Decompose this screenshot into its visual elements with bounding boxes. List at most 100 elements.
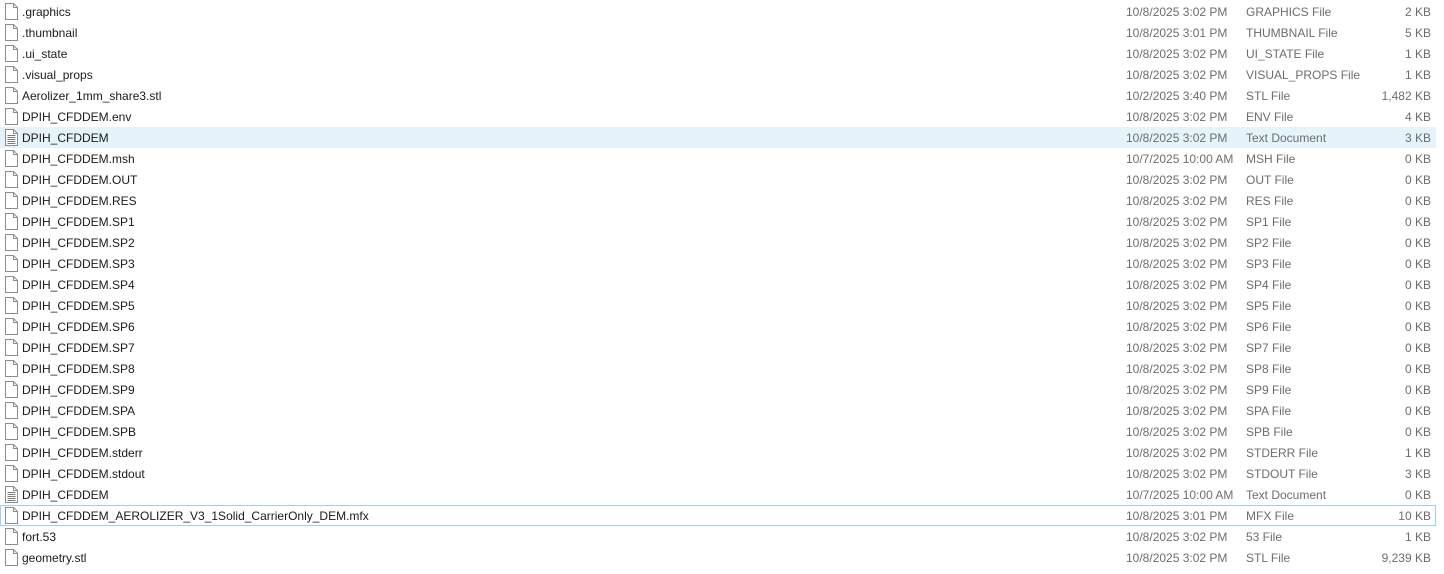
file-date-modified: 10/8/2025 3:02 PM [1126, 530, 1228, 544]
blank-file-icon [5, 549, 18, 566]
file-type: SP4 File [1246, 278, 1292, 292]
file-row[interactable]: DPIH_CFDDEM.stderr 10/8/2025 3:02 PM STD… [0, 442, 1436, 463]
file-row[interactable]: DPIH_CFDDEM.env 10/8/2025 3:02 PM ENV Fi… [0, 106, 1436, 127]
file-name: .ui_state [22, 47, 68, 61]
file-name: fort.53 [22, 530, 57, 544]
file-date-modified: 10/8/2025 3:02 PM [1126, 467, 1228, 481]
file-name: .graphics [22, 5, 71, 19]
file-name: DPIH_CFDDEM.SP7 [22, 341, 135, 355]
file-name: DPIH_CFDDEM.SPA [22, 404, 136, 418]
file-row[interactable]: DPIH_CFDDEM.SPB 10/8/2025 3:02 PM SPB Fi… [0, 421, 1436, 442]
file-size: 3 KB [1404, 467, 1431, 481]
file-size: 0 KB [1404, 383, 1431, 397]
file-row[interactable]: DPIH_CFDDEM.SP1 10/8/2025 3:02 PM SP1 Fi… [0, 211, 1436, 232]
file-type: MFX File [1246, 509, 1294, 523]
file-row[interactable]: .ui_state 10/8/2025 3:02 PM UI_STATE Fil… [0, 43, 1436, 64]
file-name: DPIH_CFDDEM.OUT [22, 173, 138, 187]
blank-file-icon [5, 444, 18, 461]
file-size: 0 KB [1404, 488, 1431, 502]
file-date-modified: 10/8/2025 3:02 PM [1126, 257, 1228, 271]
file-size: 0 KB [1404, 299, 1431, 313]
file-name: DPIH_CFDDEM.msh [22, 152, 135, 166]
file-size: 0 KB [1404, 362, 1431, 376]
file-date-modified: 10/8/2025 3:02 PM [1126, 404, 1228, 418]
blank-file-icon [5, 297, 18, 314]
file-name: DPIH_CFDDEM.SP6 [22, 320, 135, 334]
file-type: SPA File [1246, 404, 1292, 418]
text-document-icon [5, 129, 18, 146]
blank-file-icon [5, 234, 18, 251]
blank-file-icon [5, 150, 18, 167]
file-row[interactable]: DPIH_CFDDEM.SP4 10/8/2025 3:02 PM SP4 Fi… [0, 274, 1436, 295]
file-name: DPIH_CFDDEM [22, 488, 109, 502]
file-date-modified: 10/8/2025 3:01 PM [1126, 26, 1228, 40]
file-size: 0 KB [1404, 278, 1431, 292]
file-date-modified: 10/8/2025 3:02 PM [1126, 173, 1228, 187]
file-size: 2 KB [1404, 5, 1431, 19]
file-type: SP6 File [1246, 320, 1292, 334]
file-name: .visual_props [22, 68, 93, 82]
file-row[interactable]: DPIH_CFDDEM.SPA 10/8/2025 3:02 PM SPA Fi… [0, 400, 1436, 421]
file-size: 1 KB [1404, 446, 1431, 460]
file-row[interactable]: DPIH_CFDDEM.SP3 10/8/2025 3:02 PM SP3 Fi… [0, 253, 1436, 274]
file-type: Text Document [1246, 488, 1327, 502]
file-date-modified: 10/8/2025 3:02 PM [1126, 47, 1228, 61]
file-name: geometry.stl [22, 551, 87, 565]
blank-file-icon [5, 3, 18, 20]
file-row[interactable]: .graphics 10/8/2025 3:02 PM GRAPHICS Fil… [0, 1, 1436, 22]
file-name: DPIH_CFDDEM.SP9 [22, 383, 135, 397]
file-type: STL File [1246, 89, 1291, 103]
blank-file-icon [5, 528, 18, 545]
file-name: DPIH_CFDDEM.env [22, 110, 132, 124]
file-size: 0 KB [1404, 215, 1431, 229]
blank-file-icon [5, 213, 18, 230]
file-row[interactable]: DPIH_CFDDEM.stdout 10/8/2025 3:02 PM STD… [0, 463, 1436, 484]
file-type: OUT File [1246, 173, 1294, 187]
file-row[interactable]: DPIH_CFDDEM 10/7/2025 10:00 AM Text Docu… [0, 484, 1436, 505]
file-row[interactable]: DPIH_CFDDEM.SP6 10/8/2025 3:02 PM SP6 Fi… [0, 316, 1436, 337]
file-row[interactable]: DPIH_CFDDEM.RES 10/8/2025 3:02 PM RES Fi… [0, 190, 1436, 211]
file-name: DPIH_CFDDEM.SP3 [22, 257, 135, 271]
file-row[interactable]: DPIH_CFDDEM.SP9 10/8/2025 3:02 PM SP9 Fi… [0, 379, 1436, 400]
blank-file-icon [5, 192, 18, 209]
file-type: SP2 File [1246, 236, 1292, 250]
file-row[interactable]: DPIH_CFDDEM.msh 10/7/2025 10:00 AM MSH F… [0, 148, 1436, 169]
file-row[interactable]: DPIH_CFDDEM.SP7 10/8/2025 3:02 PM SP7 Fi… [0, 337, 1436, 358]
file-name: DPIH_CFDDEM.stderr [22, 446, 143, 460]
file-date-modified: 10/8/2025 3:02 PM [1126, 278, 1228, 292]
file-date-modified: 10/8/2025 3:02 PM [1126, 131, 1228, 145]
file-name: DPIH_CFDDEM.SP5 [22, 299, 135, 313]
file-type: ENV File [1246, 110, 1294, 124]
file-type: RES File [1246, 194, 1294, 208]
file-row[interactable]: DPIH_CFDDEM.SP2 10/8/2025 3:02 PM SP2 Fi… [0, 232, 1436, 253]
file-date-modified: 10/7/2025 10:00 AM [1126, 488, 1234, 502]
file-date-modified: 10/8/2025 3:02 PM [1126, 194, 1228, 208]
file-row[interactable]: Aerolizer_1mm_share3.stl 10/2/2025 3:40 … [0, 85, 1436, 106]
file-type: SP5 File [1246, 299, 1292, 313]
file-row[interactable]: DPIH_CFDDEM.OUT 10/8/2025 3:02 PM OUT Fi… [0, 169, 1436, 190]
file-date-modified: 10/8/2025 3:02 PM [1126, 320, 1228, 334]
file-row[interactable]: fort.53 10/8/2025 3:02 PM 53 File 1 KB [0, 526, 1436, 547]
file-row[interactable]: DPIH_CFDDEM.SP5 10/8/2025 3:02 PM SP5 Fi… [0, 295, 1436, 316]
file-row[interactable]: .thumbnail 10/8/2025 3:01 PM THUMBNAIL F… [0, 22, 1436, 43]
file-row[interactable]: DPIH_CFDDEM_AEROLIZER_V3_1Solid_CarrierO… [0, 505, 1436, 526]
file-row[interactable]: DPIH_CFDDEM.SP8 10/8/2025 3:02 PM SP8 Fi… [0, 358, 1436, 379]
file-size: 1 KB [1404, 47, 1431, 61]
file-size: 0 KB [1404, 404, 1431, 418]
file-type: MSH File [1246, 152, 1296, 166]
file-row[interactable]: geometry.stl 10/8/2025 3:02 PM STL File … [0, 547, 1436, 568]
file-type: STDERR File [1246, 446, 1319, 460]
file-size: 5 KB [1404, 26, 1431, 40]
file-name: DPIH_CFDDEM.SP8 [22, 362, 135, 376]
file-date-modified: 10/8/2025 3:02 PM [1126, 215, 1228, 229]
file-name: DPIH_CFDDEM.stdout [22, 467, 145, 481]
text-document-icon [5, 486, 18, 503]
blank-file-icon [5, 87, 18, 104]
file-date-modified: 10/2/2025 3:40 PM [1126, 89, 1228, 103]
file-date-modified: 10/8/2025 3:02 PM [1126, 236, 1228, 250]
file-date-modified: 10/8/2025 3:02 PM [1126, 5, 1228, 19]
file-row[interactable]: DPIH_CFDDEM 10/8/2025 3:02 PM Text Docum… [0, 127, 1436, 148]
blank-file-icon [5, 360, 18, 377]
file-row[interactable]: .visual_props 10/8/2025 3:02 PM VISUAL_P… [0, 64, 1436, 85]
file-name: DPIH_CFDDEM.SP2 [22, 236, 135, 250]
